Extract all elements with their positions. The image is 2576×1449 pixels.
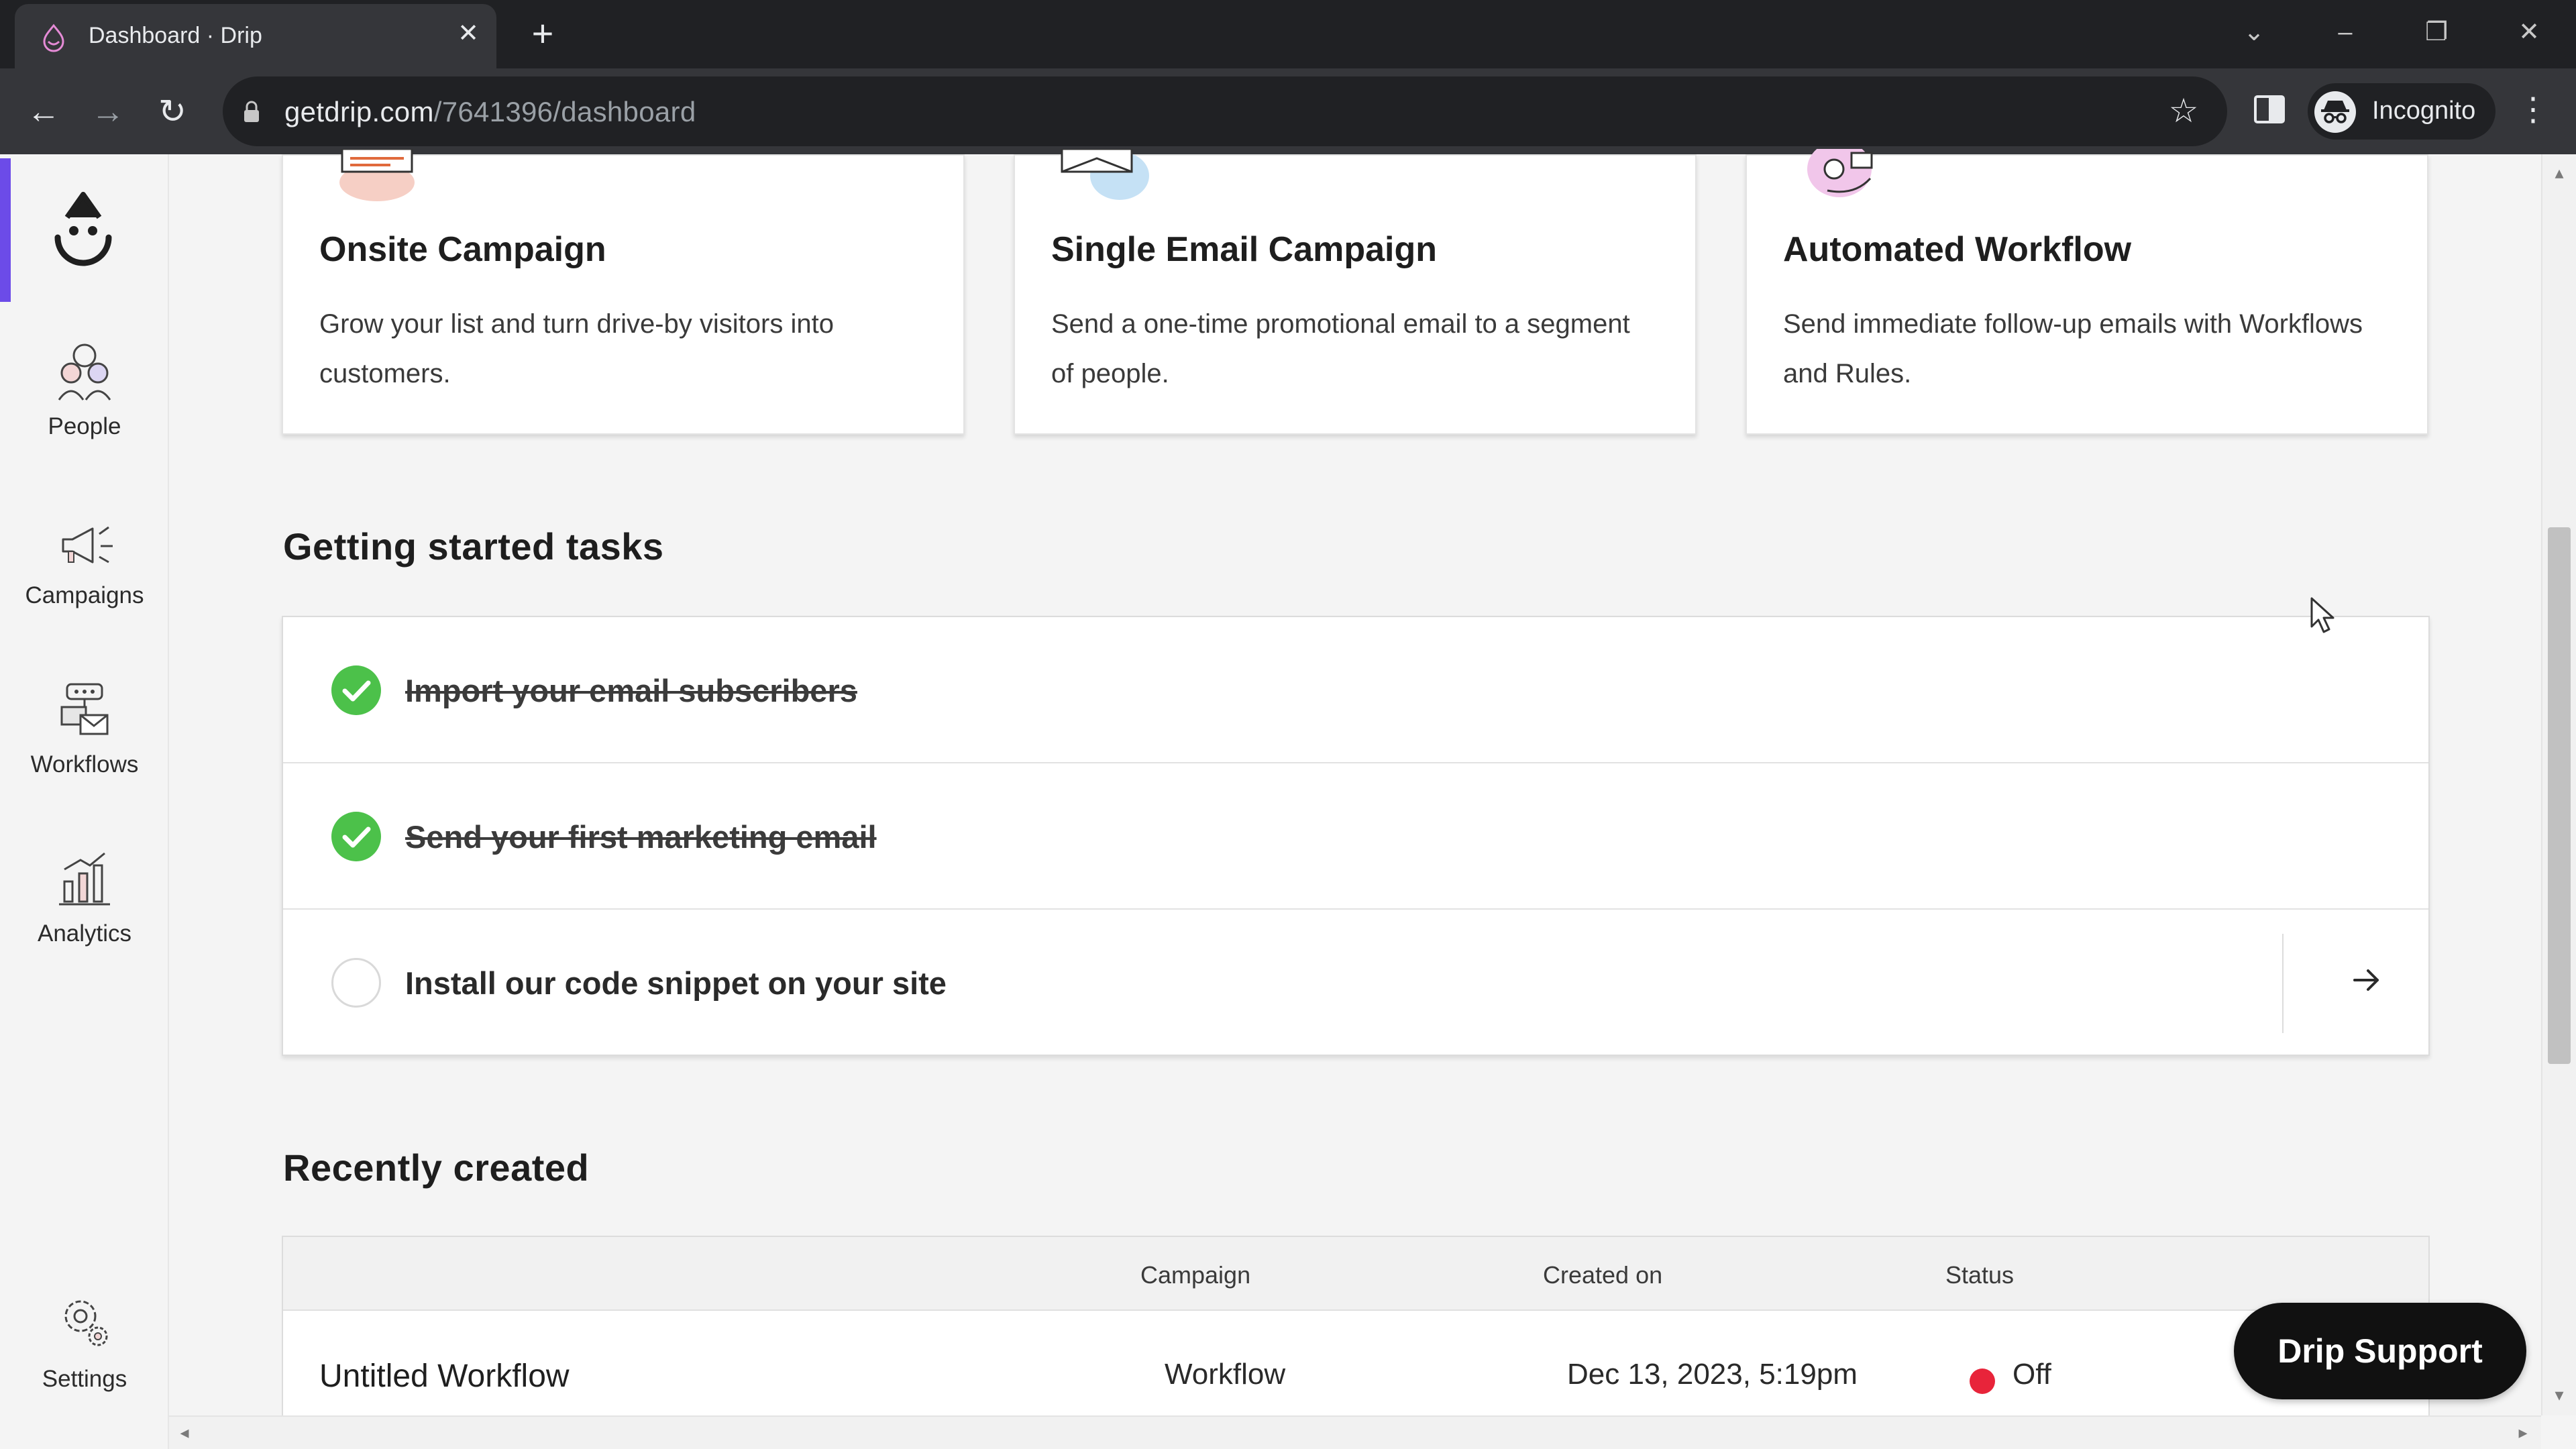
incognito-profile-button[interactable]: Incognito (2308, 83, 2496, 140)
scroll-left-icon[interactable]: ◂ (176, 1424, 193, 1441)
tab-close-icon[interactable]: ✕ (451, 16, 486, 51)
row-name[interactable]: Untitled Workflow (319, 1358, 570, 1395)
table-header: Campaign Created on Status (283, 1237, 2428, 1311)
incognito-icon (2314, 91, 2356, 133)
task-row-send-first-email[interactable]: Send your first marketing email (283, 763, 2428, 910)
row-created-on: Dec 13, 2023, 5:19pm (1567, 1358, 1858, 1391)
arrow-right-icon[interactable] (2336, 950, 2396, 1010)
browser-tab-dashboard[interactable]: Dashboard · Drip ✕ (15, 4, 496, 68)
onsite-illustration-icon (339, 149, 415, 201)
vertical-scrollbar[interactable]: ▴ ▾ (2541, 154, 2576, 1415)
email-illustration-icon (1061, 149, 1149, 200)
forward-icon[interactable]: → (85, 89, 131, 136)
status-off-dot (1970, 1368, 1995, 1394)
row-campaign-type: Workflow (1165, 1358, 1286, 1391)
lock-icon (244, 101, 259, 122)
column-header-created-on: Created on (1543, 1261, 1663, 1289)
card-description: Send a one-time promotional email to a s… (1051, 309, 1630, 388)
minimize-icon[interactable]: – (2325, 12, 2365, 52)
gear-icon (64, 1300, 108, 1346)
incognito-label: Incognito (2372, 97, 2476, 125)
column-header-status: Status (1945, 1261, 2015, 1289)
card-title: Automated Workflow (1783, 230, 2132, 269)
sidebar-item-workflows[interactable]: Workflows (0, 674, 169, 808)
drip-logo-icon[interactable] (48, 191, 118, 274)
task-divider (2282, 934, 2284, 1033)
logo-accent-bar (0, 158, 11, 302)
url-host: getdrip.com (284, 96, 434, 127)
drip-support-button[interactable]: Drip Support (2234, 1303, 2526, 1399)
restore-icon[interactable]: ❐ (2416, 12, 2457, 52)
tab-title: Dashboard · Drip (89, 23, 262, 48)
recently-created-title: Recently created (283, 1146, 590, 1189)
drip-favicon-icon (43, 23, 64, 52)
side-panel-icon[interactable] (2249, 89, 2290, 130)
getting-started-title: Getting started tasks (283, 525, 664, 568)
vertical-scroll-thumb[interactable] (2548, 527, 2571, 1064)
new-tab-button[interactable]: + (519, 15, 566, 54)
sidebar-label-people: People (48, 413, 121, 439)
url-path: /7641396/dashboard (433, 96, 696, 127)
card-title: Onsite Campaign (319, 230, 606, 269)
task-label: Install our code snippet on your site (405, 965, 947, 1001)
card-description: Grow your list and turn drive-by visitor… (319, 309, 834, 388)
tab-search-icon[interactable]: ⌄ (2234, 12, 2274, 52)
mouse-cursor-icon (2310, 597, 2334, 633)
check-done-icon (331, 665, 381, 715)
url-text: getdrip.com/7641396/dashboard (284, 96, 696, 128)
card-automated-workflow[interactable]: Automated Workflow Send immediate follow… (1746, 149, 2428, 435)
megaphone-icon (62, 526, 113, 564)
browser-toolbar: ← → ↻ getdrip.com/7641396/dashboard ☆ In… (0, 68, 2576, 154)
column-header-campaign: Campaign (1140, 1261, 1251, 1289)
horizontal-scrollbar[interactable]: ◂ ▸ (169, 1415, 2541, 1449)
workflow-icon (60, 683, 109, 735)
card-onsite-campaign[interactable]: Onsite Campaign Grow your list and turn … (282, 149, 965, 435)
workflow-illustration-icon (1807, 149, 1873, 197)
task-row-install-snippet[interactable]: Install our code snippet on your site (283, 910, 2428, 1056)
browser-tab-strip: Dashboard · Drip ✕ + ⌄ – ❐ ✕ (0, 0, 2576, 68)
getting-started-task-list: Import your email subscribers Send your … (282, 616, 2430, 1056)
address-bar[interactable]: getdrip.com/7641396/dashboard ☆ (223, 76, 2227, 146)
reload-icon[interactable]: ↻ (149, 89, 196, 136)
scroll-down-icon[interactable]: ▾ (2551, 1386, 2568, 1403)
card-single-email-campaign[interactable]: Single Email Campaign Send a one-time pr… (1014, 149, 1697, 435)
sidebar-label-settings: Settings (42, 1366, 127, 1392)
task-row-import-subscribers[interactable]: Import your email subscribers (283, 617, 2428, 763)
sidebar-label-workflows: Workflows (30, 751, 139, 777)
sidebar-item-analytics[interactable]: Analytics (0, 843, 169, 977)
sidebar-item-settings[interactable]: Settings (0, 1288, 169, 1422)
scroll-up-icon[interactable]: ▴ (2551, 164, 2568, 181)
card-title: Single Email Campaign (1051, 230, 1438, 269)
kebab-menu-icon[interactable]: ⋮ (2513, 89, 2553, 136)
scroll-right-icon[interactable]: ▸ (2514, 1424, 2532, 1441)
sidebar-item-people[interactable]: People (0, 335, 169, 470)
star-icon[interactable]: ☆ (2164, 91, 2203, 130)
sidebar-item-campaigns[interactable]: Campaigns (0, 504, 169, 639)
people-icon (58, 343, 111, 400)
card-description: Send immediate follow-up emails with Wor… (1783, 309, 2363, 388)
check-empty-icon (331, 958, 381, 1008)
bar-chart-icon (59, 852, 110, 906)
check-done-icon (331, 812, 381, 861)
close-icon[interactable]: ✕ (2509, 12, 2549, 52)
sidebar-label-campaigns: Campaigns (25, 582, 144, 608)
app-sidebar: People Campaigns Workflows Analytics Set… (0, 154, 169, 1449)
back-icon[interactable]: ← (20, 89, 67, 136)
task-label: Send your first marketing email (405, 819, 877, 855)
sidebar-label-analytics: Analytics (37, 920, 132, 947)
row-status: Off (2012, 1358, 2051, 1391)
task-label: Import your email subscribers (405, 673, 857, 708)
